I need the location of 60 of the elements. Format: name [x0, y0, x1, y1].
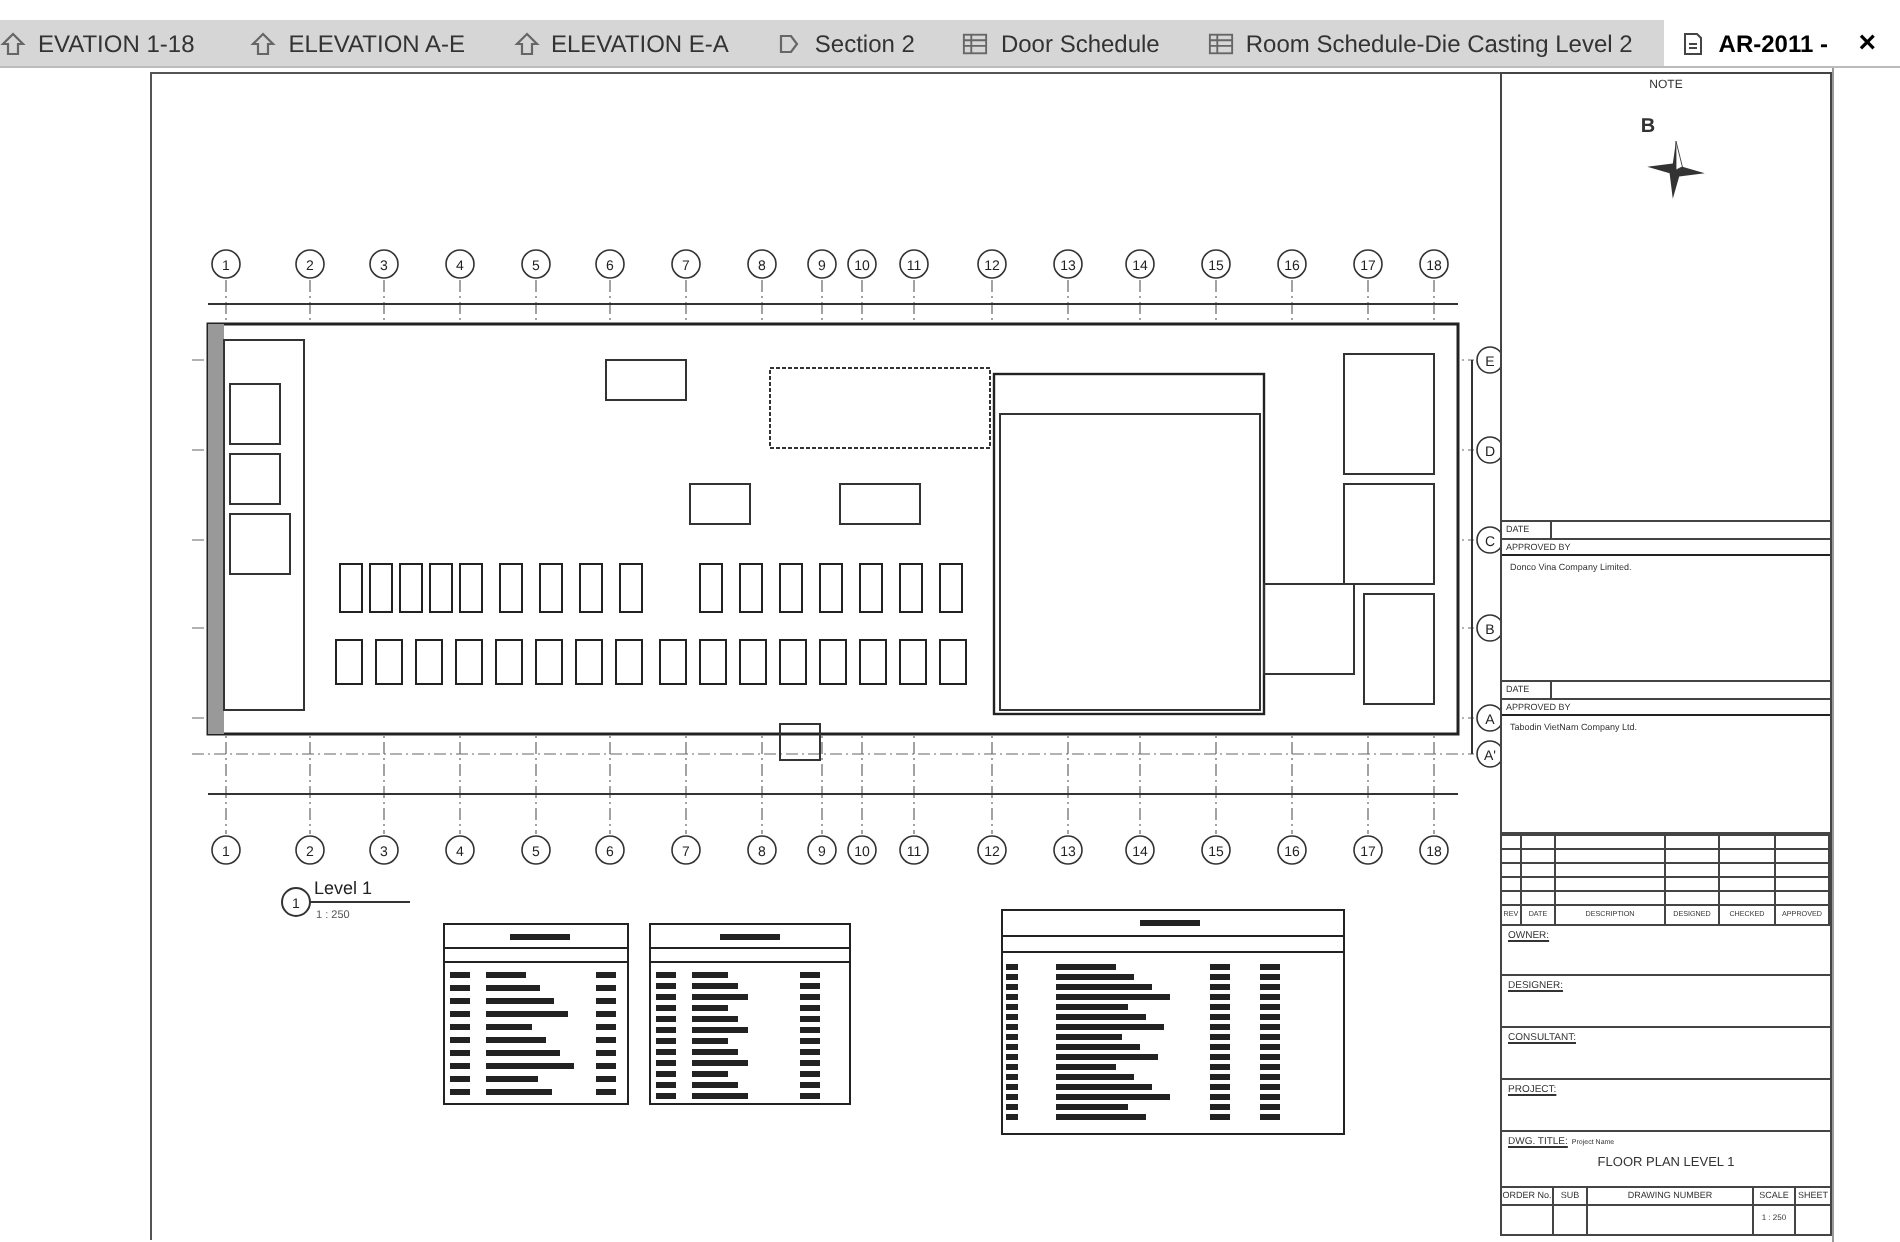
grid-bubble-icon: [1277, 835, 1307, 865]
view-tab[interactable]: ELEVATION E-A: [497, 20, 745, 66]
view-tab[interactable]: Section 2: [760, 20, 931, 66]
elevation-view-icon: [250, 31, 277, 55]
grid-bubble-icon: [1476, 526, 1500, 554]
grid-bubble-icon: [899, 835, 929, 865]
sheet-icon: [1680, 31, 1707, 55]
grid-bubble-icon: [445, 249, 475, 279]
grid-bubble-icon: [671, 835, 701, 865]
grid-bubble-icon: [847, 835, 877, 865]
table-icon: [962, 31, 989, 55]
grid-bubble-icon: [807, 249, 837, 279]
grid-bubble-icon: [295, 835, 325, 865]
grid-bubble-icon: [977, 249, 1007, 279]
grid-bubble-icon: [671, 249, 701, 279]
grid-bubble-icon: [295, 249, 325, 279]
grid-bubble-icon: [899, 249, 929, 279]
grid-bubble-icon: [1353, 249, 1383, 279]
grid-bubble-icon: [1201, 835, 1231, 865]
grid-bubble-icon: [1476, 346, 1500, 374]
grid-bubble-icon: [1277, 249, 1307, 279]
grid-bubble-icon: [521, 835, 551, 865]
grid-bubble-icon: [807, 835, 837, 865]
view-tab[interactable]: ELEVATION A-E: [234, 20, 481, 66]
view-title: Level 1: [314, 878, 373, 898]
grid-bubble-icon: [445, 835, 475, 865]
grid-bubble-icon: [847, 249, 877, 279]
grid-bubble-icon: [1476, 436, 1500, 464]
view-tab[interactable]: Room Schedule-Die Casting Level 2: [1191, 20, 1649, 66]
view-tab[interactable]: AR-2011 - ×: [1664, 20, 1900, 66]
grid-bubble-icon: [1476, 704, 1500, 732]
north-arrow-icon: [1644, 138, 1708, 202]
grid-bubble-icon: [1419, 249, 1449, 279]
grid-bubble-icon: [747, 835, 777, 865]
grid-bubble-icon: [1353, 835, 1383, 865]
elevation-view-icon: [513, 31, 539, 55]
table-icon: [1207, 31, 1234, 55]
view-tab[interactable]: EVATION 1-18: [0, 20, 211, 66]
grid-bubble-icon: [1419, 835, 1449, 865]
grid-bubble-icon: [211, 249, 241, 279]
elevation-view-icon: [0, 31, 26, 55]
grid-bubble-icon: [595, 249, 625, 279]
grid-bubble-icon: [747, 249, 777, 279]
grid-bubble-icon: [977, 835, 1007, 865]
grid-bubble-icon: [595, 835, 625, 865]
grid-bubble-icon: [1053, 835, 1083, 865]
grid-bubble-icon: [1125, 835, 1155, 865]
grid-bubble-icon: [369, 835, 399, 865]
grid-bubble-icon: [1476, 614, 1500, 642]
view-tab[interactable]: Door Schedule: [946, 20, 1176, 66]
grid-bubble-icon: [211, 835, 241, 865]
close-button[interactable]: ×: [1850, 26, 1884, 60]
section-view-icon: [776, 31, 803, 55]
north-label: B: [1640, 116, 1656, 138]
grid-bubble-icon: [369, 249, 399, 279]
grid-bubble-icon: [1201, 249, 1231, 279]
grid-bubble-icon: [1476, 740, 1500, 768]
grid-bubble-icon: [521, 249, 551, 279]
grid-bubble-icon: [1053, 249, 1083, 279]
grid-bubble-icon: [1125, 249, 1155, 279]
